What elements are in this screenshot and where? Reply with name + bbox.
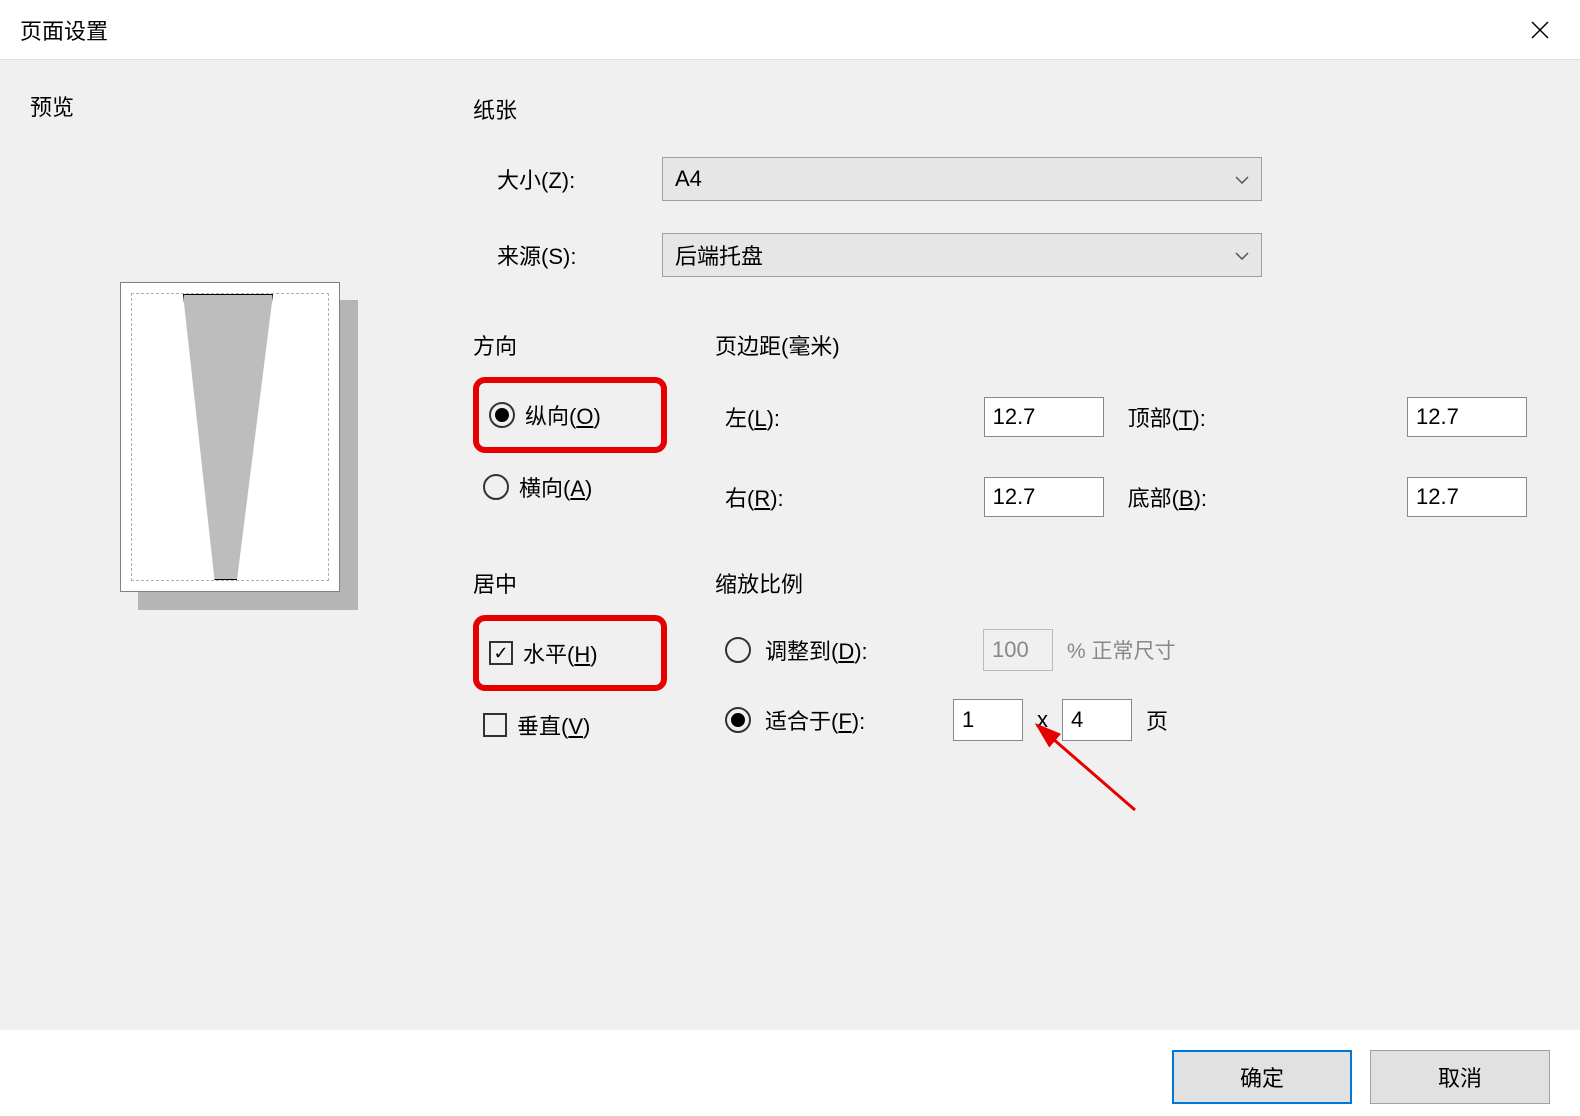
checkbox-icon — [483, 713, 507, 737]
close-icon — [1530, 20, 1550, 40]
fit-tall-input[interactable] — [1062, 699, 1132, 741]
margin-bottom-input[interactable] — [1407, 477, 1527, 517]
paper-size-row: 大小(Z): A4 — [473, 157, 1537, 201]
scaling-group: 缩放比例 调整到(D): % 正常尺寸 适合于(F): x 页 — [702, 564, 1550, 776]
centering-title: 居中 — [473, 565, 667, 599]
preview-panel: 预览 — [30, 90, 430, 1030]
centering-group: 居中 ✓ 水平(H) 垂直(V) — [460, 564, 680, 776]
radio-portrait[interactable]: 纵向(O) — [473, 377, 667, 453]
dialog-title: 页面设置 — [20, 14, 108, 46]
margin-top-label: 顶部(T): — [1128, 401, 1383, 433]
paper-group: 纸张 大小(Z): A4 来源(S): 后端托盘 — [460, 90, 1550, 308]
checkbox-horizontal-label: 水平(H) — [523, 637, 598, 669]
checkbox-vertical-label: 垂直(V) — [517, 709, 590, 741]
margins-title: 页边距(毫米) — [715, 327, 1537, 361]
margin-bottom-label: 底部(B): — [1128, 481, 1383, 513]
preview-label: 预览 — [30, 90, 430, 122]
settings-panel: 纸张 大小(Z): A4 来源(S): 后端托盘 — [460, 90, 1550, 1030]
dialog-body: 预览 纸张 大小(Z): A4 来源(S): — [0, 60, 1580, 1030]
chevron-down-icon — [1235, 171, 1249, 187]
fit-label: 适合于(F): — [765, 704, 905, 736]
preview-box — [120, 282, 340, 592]
margins-group: 页边距(毫米) 左(L): 顶部(T): 右(R): 底部(B): — [702, 326, 1550, 546]
orientation-title: 方向 — [473, 327, 667, 361]
adjust-suffix: % 正常尺寸 — [1067, 635, 1176, 665]
margin-top-input[interactable] — [1407, 397, 1527, 437]
checkbox-icon: ✓ — [489, 641, 513, 665]
cancel-button[interactable]: 取消 — [1370, 1050, 1550, 1104]
radio-portrait-label: 纵向(O) — [525, 399, 601, 431]
paper-source-select[interactable]: 后端托盘 — [662, 233, 1262, 277]
paper-size-select[interactable]: A4 — [662, 157, 1262, 201]
checkbox-horizontal[interactable]: ✓ 水平(H) — [473, 615, 667, 691]
radio-icon — [725, 637, 751, 663]
row-centering-scaling: 居中 ✓ 水平(H) 垂直(V) 缩放比例 调整到(D): % 正常尺寸 — [460, 564, 1550, 776]
paper-size-value: A4 — [675, 166, 702, 192]
paper-source-row: 来源(S): 后端托盘 — [473, 233, 1537, 277]
margin-left-label: 左(L): — [725, 401, 960, 433]
radio-icon — [489, 402, 515, 428]
margin-right-input[interactable] — [984, 477, 1104, 517]
fit-suffix: 页 — [1146, 704, 1168, 736]
radio-icon — [483, 474, 509, 500]
chevron-down-icon — [1235, 247, 1249, 263]
paper-source-value: 后端托盘 — [675, 239, 763, 271]
adjust-label: 调整到(D): — [765, 634, 905, 666]
button-bar: 确定 取消 — [1172, 1050, 1550, 1104]
ok-button[interactable]: 确定 — [1172, 1050, 1352, 1104]
fit-separator: x — [1037, 707, 1048, 733]
paper-size-label: 大小(Z): — [497, 163, 662, 195]
radio-adjust-to[interactable]: 调整到(D): % 正常尺寸 — [715, 615, 1537, 685]
margin-left-input[interactable] — [984, 397, 1104, 437]
margins-grid: 左(L): 顶部(T): 右(R): 底部(B): — [715, 377, 1537, 527]
titlebar: 页面设置 — [0, 0, 1580, 60]
margin-right-label: 右(R): — [725, 481, 960, 513]
checkbox-vertical[interactable]: 垂直(V) — [473, 693, 667, 757]
scaling-title: 缩放比例 — [715, 565, 1537, 599]
close-button[interactable] — [1520, 10, 1560, 50]
row-orientation-margins: 方向 纵向(O) 横向(A) 页边距(毫米) 左(L): 顶部(T): 右( — [460, 326, 1550, 546]
orientation-group: 方向 纵向(O) 横向(A) — [460, 326, 680, 546]
preview-page — [120, 282, 340, 592]
paper-title: 纸张 — [473, 91, 1537, 125]
radio-landscape-label: 横向(A) — [519, 471, 592, 503]
radio-landscape[interactable]: 横向(A) — [473, 455, 667, 519]
fit-wide-input[interactable] — [953, 699, 1023, 741]
paper-source-label: 来源(S): — [497, 239, 662, 271]
radio-fit-to[interactable]: 适合于(F): x 页 — [715, 685, 1537, 755]
adjust-value-input — [983, 629, 1053, 671]
radio-icon — [725, 707, 751, 733]
